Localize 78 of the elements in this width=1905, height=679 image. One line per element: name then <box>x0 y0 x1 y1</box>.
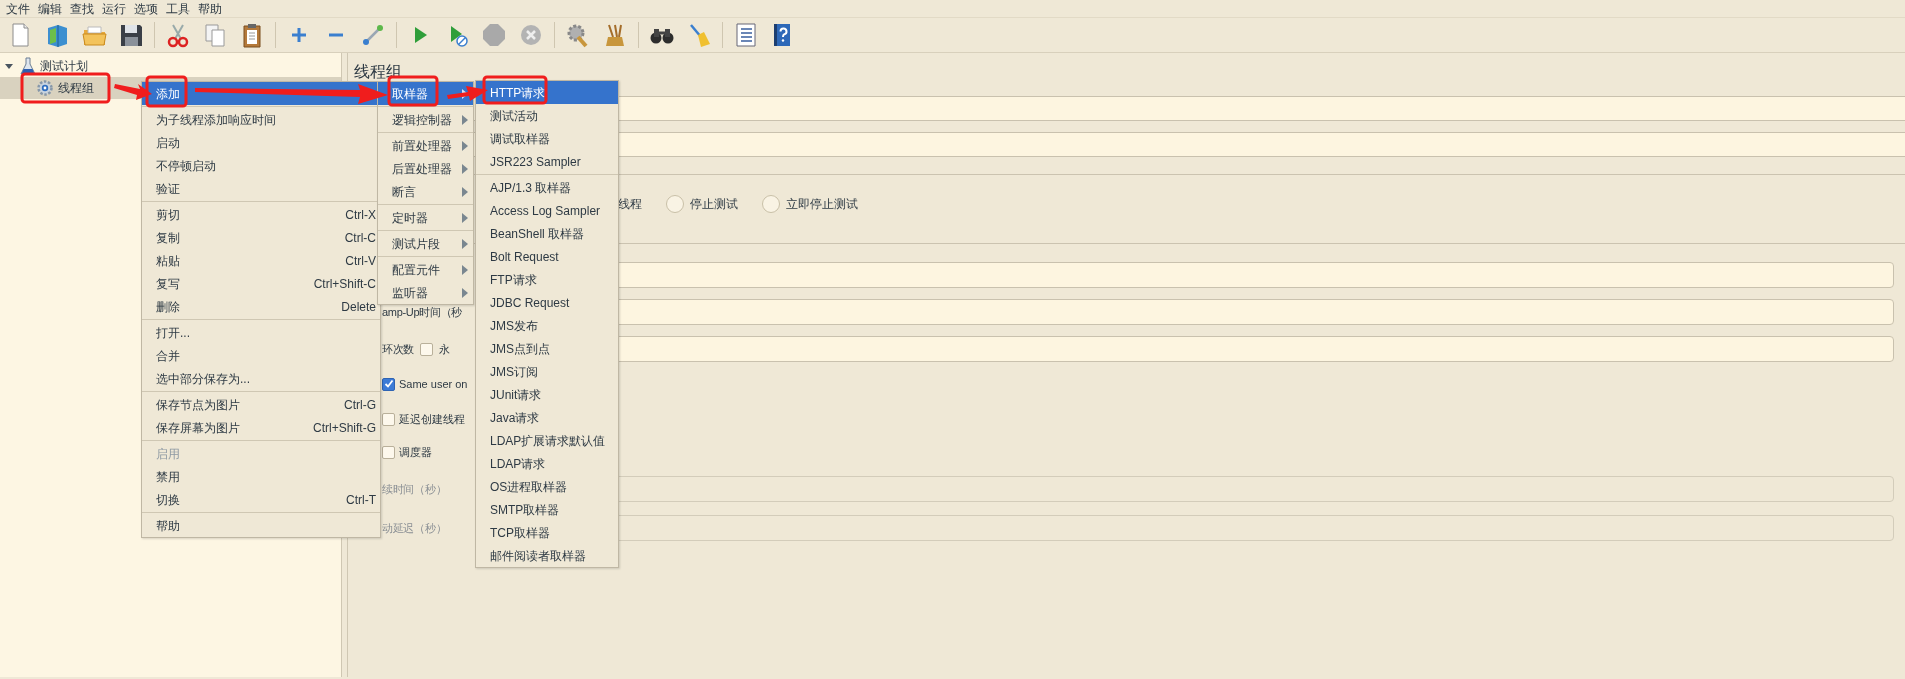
menu-item[interactable]: 文件 <box>2 0 34 17</box>
caret-icon[interactable] <box>4 61 14 71</box>
menu-item[interactable]: 监听器 <box>378 281 473 304</box>
checkbox[interactable] <box>420 342 434 356</box>
menu-item[interactable]: 复制 Ctrl-C <box>142 226 380 249</box>
menu-item[interactable]: JMS发布 <box>476 314 618 337</box>
menu-item[interactable]: LDAP请求 <box>476 452 618 475</box>
menu-item[interactable]: JMS订阅 <box>476 360 618 383</box>
menu-item[interactable]: Access Log Sampler <box>476 199 618 222</box>
menu-item[interactable]: 帮助 <box>142 514 380 537</box>
menu-item[interactable]: 工具 <box>162 0 194 17</box>
annotation-arrow <box>447 86 488 101</box>
menu-item[interactable]: 启动 <box>142 131 380 154</box>
annotation-arrow <box>114 84 152 100</box>
tree-item[interactable]: 线程组 <box>36 79 94 97</box>
radio-label: 线程 <box>618 196 642 213</box>
menu-item[interactable]: JDBC Request <box>476 291 618 314</box>
menu-item[interactable]: JUnit请求 <box>476 383 618 406</box>
menu-item[interactable]: 断言 <box>378 180 473 203</box>
menu-item[interactable]: 保存屏幕为图片 Ctrl+Shift-G <box>142 416 380 439</box>
menu-item[interactable]: FTP请求 <box>476 268 618 291</box>
menu-item[interactable]: 复写 Ctrl+Shift-C <box>142 272 380 295</box>
menu-item[interactable]: Java请求 <box>476 406 618 429</box>
menu-item[interactable]: 保存节点为图片 Ctrl-G <box>142 393 380 416</box>
checkbox-label: 延迟创建线程 <box>399 411 465 427</box>
menu-item[interactable]: 删除 Delete <box>142 295 380 318</box>
checkbox-label: 永 <box>439 341 450 357</box>
menu-item[interactable]: 查找 <box>66 0 98 17</box>
field-label: 动延迟（秒） <box>382 520 447 536</box>
menu-item[interactable]: LDAP扩展请求默认值 <box>476 429 618 452</box>
menu-item[interactable]: 测试活动 <box>476 104 618 127</box>
gear-icon <box>36 79 54 97</box>
menu-item[interactable]: 编辑 <box>34 0 66 17</box>
menu-item[interactable]: 邮件阅读者取样器 <box>476 544 618 567</box>
checkbox-label: Same user on <box>399 376 468 392</box>
field-label: 续时间（秒） <box>382 481 447 497</box>
menu-item[interactable]: 定时器 <box>378 206 473 229</box>
menu-item[interactable]: 选项 <box>130 0 162 17</box>
radio-option[interactable]: 停止测试 <box>666 195 738 213</box>
menu-item[interactable]: 测试片段 <box>378 232 473 255</box>
menu-item[interactable]: 粘贴 Ctrl-V <box>142 249 380 272</box>
menu-item[interactable]: AJP/1.3 取样器 <box>476 176 618 199</box>
menu-item[interactable]: 运行 <box>98 0 130 17</box>
menu-item[interactable]: 禁用 <box>142 465 380 488</box>
menu-item[interactable]: 选中部分保存为... <box>142 367 380 390</box>
menu-item[interactable]: 帮助 <box>194 0 226 17</box>
menu-item[interactable]: 前置处理器 <box>378 134 473 157</box>
highlight-frame <box>145 75 188 108</box>
field-label: 环次数 <box>382 341 415 357</box>
field-label: amp-Up时间（秒 <box>382 304 463 320</box>
menu-item[interactable]: HTTP请求 <box>476 81 618 104</box>
menu-item[interactable]: JSR223 Sampler <box>476 150 618 173</box>
menu-item[interactable]: 逻辑控制器 <box>378 108 473 131</box>
highlight-frame <box>482 75 548 105</box>
menu-item[interactable]: 为子线程添加响应时间 <box>142 108 380 131</box>
menu-item[interactable]: 调试取样器 <box>476 127 618 150</box>
checkbox[interactable] <box>382 377 395 391</box>
checkbox-label: 调度器 <box>399 444 432 460</box>
menu-item[interactable]: JMS点到点 <box>476 337 618 360</box>
flask-icon <box>20 57 36 75</box>
menu-item[interactable]: SMTP取样器 <box>476 498 618 521</box>
menu-item[interactable]: 剪切 Ctrl-X <box>142 203 380 226</box>
menu-item[interactable]: TCP取样器 <box>476 521 618 544</box>
menu-item[interactable]: 配置元件 <box>378 258 473 281</box>
checkbox[interactable] <box>382 412 395 426</box>
menu-item[interactable]: 验证 <box>142 177 380 200</box>
menu-item[interactable]: 不停顿启动 <box>142 154 380 177</box>
menu-item[interactable]: OS进程取样器 <box>476 475 618 498</box>
menu-item[interactable]: BeanShell 取样器 <box>476 222 618 245</box>
radio-option[interactable]: 立即停止测试 <box>762 195 858 213</box>
menu-item[interactable]: 合并 <box>142 344 380 367</box>
checkbox[interactable] <box>382 445 395 459</box>
menu-item[interactable]: 切换 Ctrl-T <box>142 488 380 511</box>
menu-item[interactable]: Bolt Request <box>476 245 618 268</box>
stop-icon[interactable] <box>480 21 508 49</box>
menu-item[interactable]: 后置处理器 <box>378 157 473 180</box>
menu-item[interactable]: 打开... <box>142 321 380 344</box>
tree-item[interactable]: 测试计划 <box>20 57 88 75</box>
